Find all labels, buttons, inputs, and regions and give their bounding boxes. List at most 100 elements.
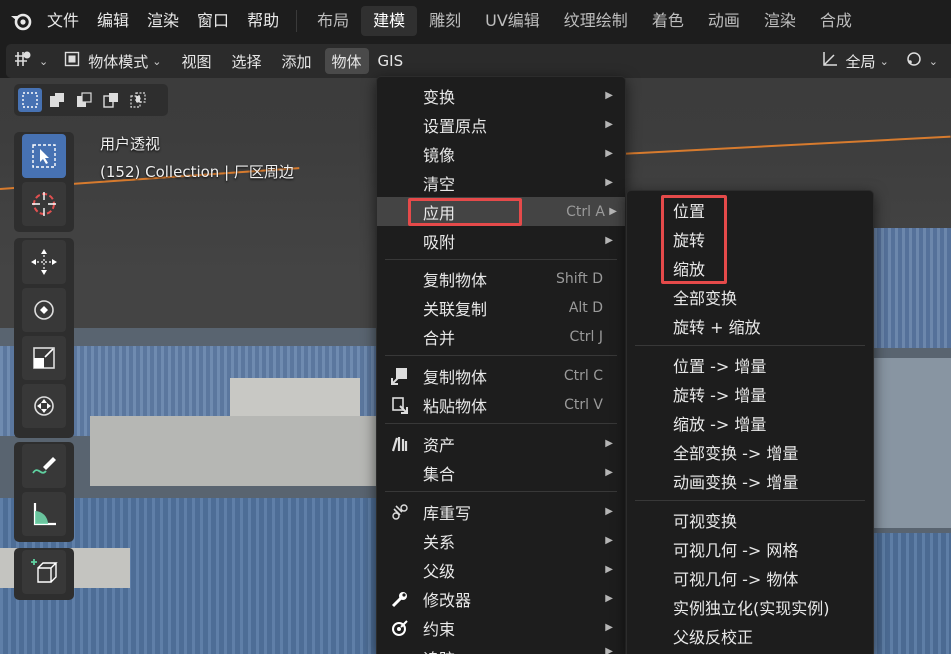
select-intersect-icon[interactable]	[126, 88, 150, 112]
viewport-header: ⌄ 物体模式 ⌄ 视图 选择 添加 物体 GIS 全局 ⌄ ⌄	[6, 44, 951, 78]
menu-item-label: 库重写	[423, 503, 472, 523]
menu-item-duplicate-linked[interactable]: 关联复制 Alt D	[377, 293, 625, 322]
menu-item-label: 复制物体	[423, 270, 488, 290]
menu-item-shortcut: Alt D	[568, 299, 603, 316]
building	[874, 228, 951, 348]
copy-icon	[389, 365, 411, 387]
menu-item-label: 父级	[423, 561, 456, 581]
menu-item-snap[interactable]: 吸附 ▶	[377, 226, 625, 255]
rotate-tool[interactable]	[22, 288, 66, 332]
menu-item-track[interactable]: 追踪 ▶	[377, 642, 625, 654]
menu-item-transform[interactable]: 变换 ▶	[377, 81, 625, 110]
menu-item-label: 位置 -> 增量	[673, 356, 767, 376]
menu-file[interactable]: 文件	[38, 6, 88, 36]
menu-item-asset[interactable]: 资产 ▶	[377, 429, 625, 458]
menu-item-library-override[interactable]: 库重写 ▶	[377, 497, 625, 526]
apply-all-transforms[interactable]: 全部变换	[627, 282, 873, 311]
apply-rotation-to-deltas[interactable]: 旋转 -> 增量	[627, 379, 873, 408]
tool-group-select	[14, 132, 74, 232]
menu-item-label: 设置原点	[423, 116, 488, 136]
transform-orientation-selector[interactable]: 全局 ⌄	[813, 48, 896, 74]
tab-rendering[interactable]: 渲染	[752, 6, 808, 36]
header-menu-object[interactable]: 物体	[324, 48, 369, 74]
menu-edit[interactable]: 编辑	[88, 6, 138, 36]
menu-item-label: 约束	[423, 619, 456, 639]
select-subtract-icon[interactable]	[72, 88, 96, 112]
menu-help[interactable]: 帮助	[238, 6, 288, 36]
menu-item-relations[interactable]: 关系 ▶	[377, 526, 625, 555]
orientation-label: 全局	[845, 52, 876, 71]
menu-item-label: 复制物体	[423, 367, 488, 387]
measure-tool[interactable]	[22, 492, 66, 536]
menu-item-label: 关联复制	[423, 299, 488, 319]
tab-compositing[interactable]: 合成	[808, 6, 864, 36]
menu-item-paste-objects[interactable]: 粘贴物体 Ctrl V	[377, 390, 625, 419]
apply-animated-to-deltas[interactable]: 动画变换 -> 增量	[627, 466, 873, 495]
tab-layout[interactable]: 布局	[305, 6, 361, 36]
chevron-down-icon: ⌄	[39, 54, 49, 68]
tab-animation[interactable]: 动画	[696, 6, 752, 36]
menu-window[interactable]: 窗口	[188, 6, 238, 36]
editor-type-button[interactable]: ⌄	[6, 48, 55, 74]
apply-visual-transform[interactable]: 可视变换	[627, 505, 873, 534]
menu-item-duplicate-objects[interactable]: 复制物体 Shift D	[377, 264, 625, 293]
tab-texture-paint[interactable]: 纹理绘制	[552, 6, 640, 36]
pivot-point-selector[interactable]: ⌄	[896, 48, 945, 74]
select-invert-icon[interactable]	[99, 88, 123, 112]
menu-item-constraints[interactable]: 约束 ▶	[377, 613, 625, 642]
apply-visual-geometry-to-objects[interactable]: 可视几何 -> 物体	[627, 563, 873, 592]
horizon-line	[619, 135, 951, 155]
cursor-tool[interactable]	[22, 182, 66, 226]
apply-parent-inverse[interactable]: 父级反校正	[627, 621, 873, 650]
move-tool[interactable]	[22, 240, 66, 284]
select-new-icon[interactable]	[18, 88, 42, 112]
menu-item-join[interactable]: 合并 Ctrl J	[377, 322, 625, 351]
apply-rotation-scale[interactable]: 旋转 + 缩放	[627, 311, 873, 340]
tab-modeling[interactable]: 建模	[361, 6, 418, 36]
header-menu-view[interactable]: 视图	[174, 48, 218, 74]
menu-item-collection[interactable]: 集合 ▶	[377, 458, 625, 487]
chevron-down-icon: ⌄	[152, 54, 162, 68]
header-menu-add[interactable]: 添加	[274, 48, 318, 74]
menu-item-set-origin[interactable]: 设置原点 ▶	[377, 110, 625, 139]
mode-label: 物体模式	[88, 52, 149, 71]
object-mode-icon	[64, 51, 80, 71]
menu-render[interactable]: 渲染	[138, 6, 188, 36]
apply-location-to-deltas[interactable]: 位置 -> 增量	[627, 350, 873, 379]
chevron-down-icon: ⌄	[879, 54, 889, 68]
apply-all-to-deltas[interactable]: 全部变换 -> 增量	[627, 437, 873, 466]
menu-separator	[385, 355, 617, 356]
select-extend-icon[interactable]	[45, 88, 69, 112]
add-cube-tool[interactable]	[22, 550, 66, 594]
pivot-icon	[903, 50, 925, 72]
menu-item-shortcut: Ctrl A	[566, 203, 605, 220]
view-name-label: 用户透视	[100, 135, 161, 153]
header-menu-gis[interactable]: GIS	[371, 48, 411, 74]
menu-item-modifiers[interactable]: 修改器 ▶	[377, 584, 625, 613]
apply-make-instances-real[interactable]: 实例独立化(实现实例)	[627, 592, 873, 621]
submenu-arrow-icon: ▶	[605, 148, 613, 159]
tab-uv-editing[interactable]: UV编辑	[473, 6, 552, 36]
annotate-tool[interactable]	[22, 444, 66, 488]
tab-sculpting[interactable]: 雕刻	[417, 6, 473, 36]
menu-item-label: 实例独立化(实现实例)	[673, 598, 830, 618]
mode-selector[interactable]: 物体模式 ⌄	[57, 48, 168, 74]
chevron-down-icon: ⌄	[928, 54, 938, 68]
scale-tool[interactable]	[22, 336, 66, 380]
tab-shading[interactable]: 着色	[640, 6, 696, 36]
select-box-tool[interactable]	[22, 134, 66, 178]
menu-item-label: 父级反校正	[673, 627, 754, 647]
menu-item-clear[interactable]: 清空 ▶	[377, 168, 625, 197]
submenu-arrow-icon: ▶	[605, 564, 613, 575]
menu-item-shortcut: Ctrl C	[563, 367, 603, 384]
blender-logo-icon[interactable]	[8, 8, 34, 34]
apply-scale-to-deltas[interactable]: 缩放 -> 增量	[627, 408, 873, 437]
menu-item-mirror[interactable]: 镜像 ▶	[377, 139, 625, 168]
apply-visual-geometry-to-mesh[interactable]: 可视几何 -> 网格	[627, 534, 873, 563]
library-override-icon	[389, 501, 411, 523]
menu-item-copy-objects[interactable]: 复制物体 Ctrl C	[377, 361, 625, 390]
menu-item-parent[interactable]: 父级 ▶	[377, 555, 625, 584]
transform-tool[interactable]	[22, 384, 66, 428]
header-menu-select[interactable]: 选择	[224, 48, 268, 74]
highlight-box-location-rotation-scale	[661, 195, 727, 284]
